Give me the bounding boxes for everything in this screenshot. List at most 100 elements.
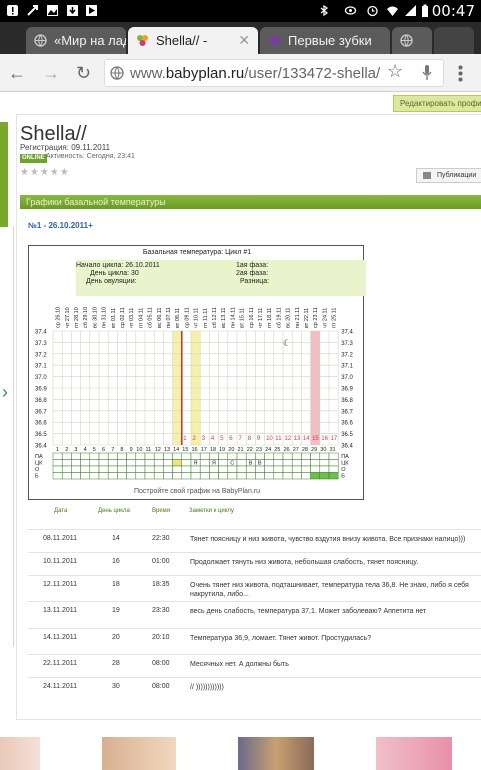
bottom-cell [310, 459, 321, 467]
inner-day-number: 1 [183, 436, 187, 442]
date-label: ср 16.11 [249, 307, 255, 328]
cervix-mark: В [258, 461, 262, 467]
bottom-cell [199, 452, 210, 460]
day-number: 6 [102, 447, 105, 453]
y-tick-right: 37.0 [341, 375, 353, 381]
bottom-cell [107, 465, 118, 473]
day-number: 30 [320, 447, 326, 453]
cervix-mark: Я [194, 461, 198, 467]
back-icon[interactable]: ← [8, 63, 26, 84]
bottom-cell [98, 465, 109, 473]
cycle-link[interactable]: №1 - 26.10.2011+ [28, 221, 93, 230]
edit-profile-button[interactable]: Редактировать профиль [393, 95, 481, 112]
bottom-cell [190, 472, 201, 480]
date-label: пн 31.10 [102, 307, 108, 328]
day-number: 3 [74, 447, 77, 453]
globe-icon [110, 66, 124, 80]
bottom-cell [117, 452, 127, 460]
day-number: 1 [56, 447, 59, 453]
thumbnail-2[interactable] [102, 737, 176, 770]
close-tab-icon[interactable]: ✕ [238, 32, 250, 49]
bottom-cell [190, 465, 201, 473]
thumbnail-1[interactable] [0, 737, 40, 770]
day-number: 26 [284, 447, 290, 453]
bottom-cell [135, 472, 146, 480]
microphone-icon[interactable] [422, 65, 432, 81]
tab-label: Первые зубки [288, 33, 372, 48]
bottom-cell [61, 459, 72, 467]
tab-1[interactable]: «Мир на ладо [26, 27, 126, 54]
menu-icon[interactable] [458, 65, 463, 82]
table-row: 24.11.2011 30 08:00 // )))))))))))) [28, 677, 481, 697]
online-badge: ONLINE [20, 154, 47, 163]
registration-date: Регистрация: 09.11.2011 [20, 143, 111, 152]
tab-4[interactable] [392, 27, 432, 54]
day-number: 15 [182, 447, 188, 453]
bottom-cell [153, 459, 164, 467]
y-tick-left: 37.3 [35, 341, 47, 347]
thumbnail-3[interactable] [238, 737, 314, 770]
bottom-cell [89, 459, 100, 467]
bottom-cell [153, 452, 164, 460]
bottom-cell [107, 472, 118, 480]
bottom-cell [80, 452, 91, 460]
thumbnail-4[interactable] [376, 737, 452, 770]
bottom-cell [236, 465, 247, 473]
publications-button[interactable]: Публикации [416, 168, 481, 183]
chart-footer-link[interactable]: Постройте свой график на BabyPlan.ru [29, 488, 365, 495]
bottom-cell [236, 472, 247, 480]
day-number: 24 [265, 447, 271, 453]
date-label: вс 06.11 [157, 308, 163, 329]
y-tick-right: 37.4 [341, 330, 353, 336]
tab-2[interactable]: Shella// - ✕ [128, 27, 258, 54]
bottom-cell [71, 472, 81, 480]
table-row: 13.11.2011 19 23:30 весь день слабость, тем… [28, 601, 481, 628]
col-cycle-day: День цикла [98, 508, 130, 514]
bottom-cell [282, 472, 293, 480]
bottom-cell [291, 472, 302, 480]
note-cycle-day: 19 [112, 607, 120, 614]
address-bar[interactable]: www.babyplan.ru/user/133472-shella/ ☆ [104, 59, 444, 87]
day-number: 10 [136, 447, 142, 453]
note-time: 08:00 [152, 683, 170, 690]
bottom-cell [52, 472, 63, 480]
day-number: 21 [238, 447, 244, 453]
bottom-cell [218, 465, 229, 473]
bottom-cell [255, 465, 265, 473]
bookmark-star-icon[interactable]: ☆ [387, 61, 403, 82]
bottom-cell [227, 452, 238, 460]
bottom-cell [98, 452, 109, 460]
bottom-cell [80, 459, 91, 467]
date-label: пт 28.10 [74, 307, 80, 328]
activity-text: Активность: Сегодня, 23:41 [46, 153, 135, 160]
bottom-cell [301, 465, 311, 473]
day-number: 18 [210, 447, 216, 453]
sidebar-expand-icon[interactable]: › [2, 382, 8, 403]
reload-icon[interactable]: ↻ [76, 63, 91, 84]
forward-icon[interactable]: → [42, 63, 60, 84]
thumbnail-strip [0, 737, 481, 770]
bottom-cell [144, 465, 155, 473]
bottom-cell [190, 452, 201, 460]
new-tab-button[interactable] [434, 27, 474, 54]
day-number: 23 [256, 447, 262, 453]
day-number: 9 [130, 447, 133, 453]
bottom-cell [319, 472, 330, 480]
note-text: // )))))))))))) [190, 684, 224, 691]
bbt-chart: Базальная температура: Цикл #1 Начало ци… [28, 245, 366, 500]
cervix-mark: С [230, 461, 234, 467]
y-tick-right: 37.1 [341, 364, 353, 370]
day-number: 27 [293, 447, 299, 453]
bottom-cell [264, 459, 275, 467]
tab-3[interactable]: Первые зубки [260, 27, 390, 54]
bottom-cell [255, 472, 265, 480]
y-tick-left: 37.0 [35, 375, 47, 381]
bottom-cell [135, 465, 146, 473]
note-date: 24.11.2011 [43, 683, 77, 690]
bottom-cell [273, 459, 284, 467]
row-label-left: О [35, 467, 40, 473]
rating-stars[interactable]: ★★★★★ [20, 167, 70, 178]
inner-day-number: 14 [303, 436, 310, 442]
bottom-cell [153, 465, 164, 473]
left-accent-bar [0, 122, 8, 227]
